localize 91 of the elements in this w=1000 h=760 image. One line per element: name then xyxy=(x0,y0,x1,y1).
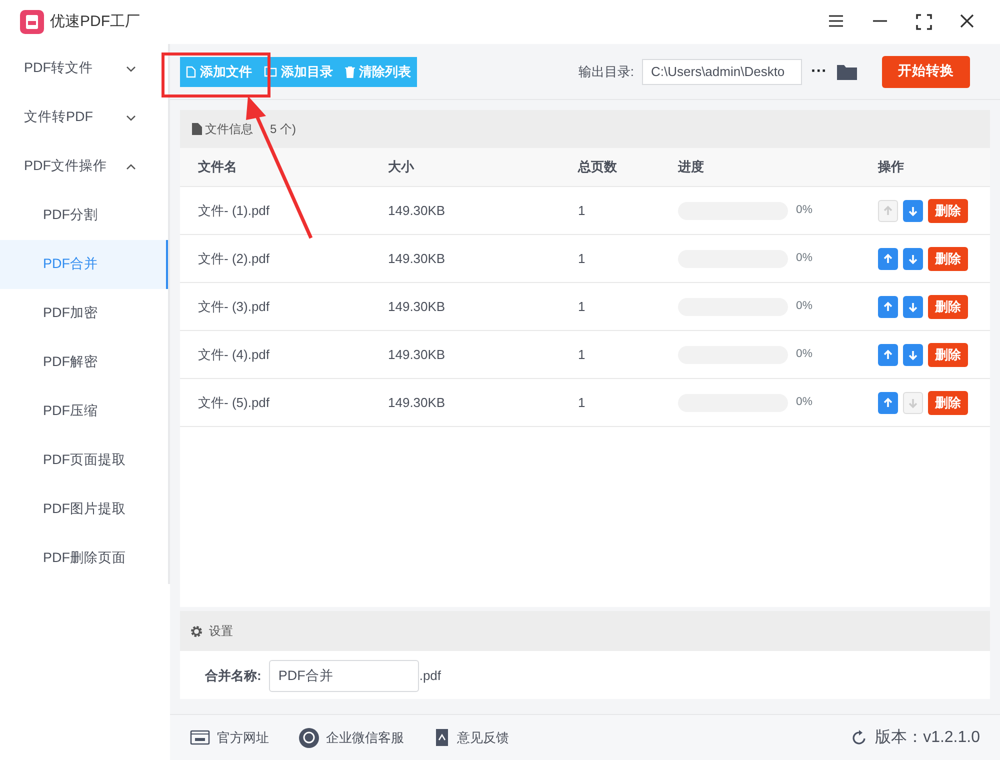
sidebar-group[interactable]: PDF文件操作 xyxy=(0,142,168,191)
delete-button[interactable]: 删除 xyxy=(928,342,968,366)
move-up-button[interactable] xyxy=(878,296,898,318)
table-cell: 文件- (5).pdf xyxy=(198,394,270,410)
start-button[interactable]: 开始转换 xyxy=(882,56,970,88)
table-cell: 1 xyxy=(578,394,586,410)
window-title: 优速PDF工厂 xyxy=(50,12,140,32)
move-up-button[interactable] xyxy=(878,248,898,270)
progress-reading: 0% xyxy=(796,346,812,362)
more-button[interactable]: ··· xyxy=(810,58,828,84)
chevron-icon xyxy=(126,164,136,170)
footer-link[interactable]: 意见反馈 xyxy=(434,728,509,748)
chevron-icon xyxy=(126,66,136,72)
arrow-down-icon xyxy=(907,300,919,312)
document-icon xyxy=(434,728,450,747)
progress-reading: 0% xyxy=(796,298,812,314)
table-cell: 文件- (1).pdf xyxy=(198,202,270,218)
progress-reading: 0% xyxy=(796,202,812,218)
footer-link[interactable]: 官方网址 xyxy=(190,728,269,748)
arrow-up-icon xyxy=(882,204,894,216)
column-header: 操作 xyxy=(878,159,904,174)
sidebar-group[interactable]: PDF转文件 xyxy=(0,44,168,93)
sidebar-item[interactable]: PDF分割 xyxy=(0,191,168,240)
sidebar-item[interactable]: PDF图片提取 xyxy=(0,485,168,534)
table-cell: 文件- (3).pdf xyxy=(198,298,270,314)
field-label: 合并名称: xyxy=(205,667,262,686)
file-icon xyxy=(186,66,196,78)
output-label: 输出目录: xyxy=(578,62,634,81)
sidebar-item[interactable]: PDF页面提取 xyxy=(0,436,168,485)
folder-icon xyxy=(836,62,858,80)
move-down-button[interactable] xyxy=(903,248,923,270)
move-down-button[interactable] xyxy=(903,344,923,366)
name-field[interactable]: PDF合并 xyxy=(269,660,420,692)
move-up-button[interactable] xyxy=(878,392,898,414)
table-cell: 149.30KB xyxy=(388,202,446,218)
file-count: 5 个) xyxy=(270,121,296,138)
column-header: 总页数 xyxy=(578,159,617,174)
file-extension: .pdf xyxy=(419,667,442,686)
sidebar-item[interactable]: PDF删除页面 xyxy=(0,534,168,583)
table-cell: 149.30KB xyxy=(388,346,446,362)
arrow-up-icon xyxy=(882,396,894,408)
sidebar-item[interactable]: PDF解密 xyxy=(0,338,168,387)
app-logo-icon xyxy=(20,10,44,34)
table-cell: 149.30KB xyxy=(388,298,446,314)
folder-icon xyxy=(264,66,277,77)
sidebar-group[interactable]: 文件转PDF xyxy=(0,93,168,142)
column-header: 大小 xyxy=(388,159,414,174)
menu-icon xyxy=(828,14,844,28)
table-cell: 1 xyxy=(578,202,586,218)
move-down-button[interactable] xyxy=(903,200,923,222)
table-cell: 149.30KB xyxy=(388,394,446,410)
sidebar-item[interactable]: PDF加密 xyxy=(0,289,168,338)
sidebar-item[interactable]: PDF压缩 xyxy=(0,387,168,436)
version-text: 版本：v1.2.1.0 xyxy=(875,728,980,748)
table-cell: 文件- (2).pdf xyxy=(198,250,270,266)
chat-icon xyxy=(299,728,319,748)
folder-button[interactable] xyxy=(836,62,858,80)
progress-reading: 0% xyxy=(796,250,812,266)
close-icon xyxy=(960,14,974,28)
browser-icon xyxy=(190,730,210,745)
arrow-up-icon xyxy=(882,348,894,360)
delete-button[interactable]: 删除 xyxy=(928,390,968,414)
settings-title: 设置 xyxy=(209,623,233,640)
fullscreen-icon xyxy=(916,14,932,30)
panel-title: 文件信息 xyxy=(205,121,253,138)
arrow-down-icon xyxy=(907,396,919,408)
table-cell: 1 xyxy=(578,250,586,266)
arrow-up-icon xyxy=(882,252,894,264)
trash-icon xyxy=(345,66,355,78)
delete-button[interactable]: 删除 xyxy=(928,198,968,222)
arrow-down-icon xyxy=(907,204,919,216)
delete-button[interactable]: 删除 xyxy=(928,246,968,270)
delete-button[interactable]: 删除 xyxy=(928,294,968,318)
arrow-down-icon xyxy=(907,252,919,264)
table-cell: 1 xyxy=(578,346,586,362)
table-cell: 1 xyxy=(578,298,586,314)
arrow-up-icon xyxy=(882,300,894,312)
gear-icon xyxy=(190,624,203,638)
column-header: 进度 xyxy=(678,159,704,174)
output-path-field[interactable]: C:\Users\admin\Deskto xyxy=(642,58,802,84)
arrow-down-icon xyxy=(907,348,919,360)
chevron-icon xyxy=(126,114,136,120)
table-cell: 149.30KB xyxy=(388,250,446,266)
footer-link[interactable]: 企业微信客服 xyxy=(299,728,404,748)
refresh-icon xyxy=(851,730,868,746)
move-down-button[interactable] xyxy=(903,296,923,318)
column-header: 文件名 xyxy=(198,159,237,174)
document-icon xyxy=(192,123,202,135)
move-up-button[interactable] xyxy=(878,344,898,366)
table-cell: 文件- (4).pdf xyxy=(198,346,270,362)
progress-reading: 0% xyxy=(796,394,812,410)
